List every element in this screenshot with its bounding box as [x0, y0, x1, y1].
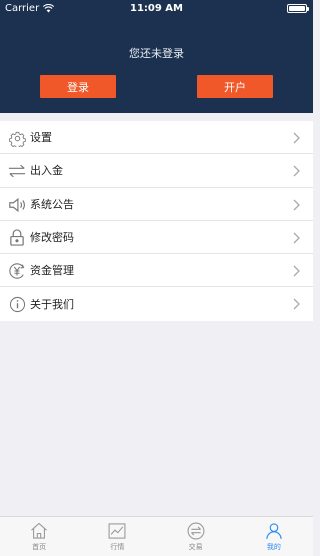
tab-home[interactable]: 首页	[0, 517, 78, 556]
login-status-text: 您还未登录	[129, 47, 184, 60]
home-icon	[31, 522, 47, 539]
battery-icon	[287, 4, 309, 13]
user-icon	[266, 523, 282, 539]
menu-item-deposit-withdraw[interactable]: 出入金	[0, 154, 313, 188]
speaker-icon	[8, 196, 26, 214]
menu-label-announcements: 系统公告	[30, 197, 74, 211]
status-bar: Carrier 11:09 AM	[0, 0, 313, 18]
chart-icon	[108, 523, 126, 539]
menu-label-change-password: 修改密码	[30, 231, 74, 245]
menu-label-fund-management: 资金管理	[30, 264, 74, 278]
menu-item-about-us[interactable]: 关于我们	[0, 287, 313, 320]
tab-market[interactable]: 行情	[78, 517, 156, 556]
menu-item-announcements[interactable]: 系统公告	[0, 188, 313, 221]
exchange-icon	[187, 522, 205, 540]
gear-icon	[8, 129, 26, 147]
menu-item-change-password[interactable]: 修改密码	[0, 221, 313, 255]
chevron-right-icon	[293, 132, 300, 144]
menu-label-about-us: 关于我们	[30, 298, 74, 312]
menu-item-fund-management[interactable]: 资金管理	[0, 254, 313, 288]
chevron-right-icon	[293, 165, 300, 177]
tab-label-home: 首页	[32, 543, 47, 551]
lock-icon	[8, 229, 26, 247]
chevron-right-icon	[293, 299, 300, 310]
status-time: 11:09 AM	[129, 3, 183, 14]
tab-label-trade: 交易	[188, 543, 203, 551]
info-icon	[8, 295, 26, 313]
settings-menu: 设置 出入金 系统公告 修改密码 资金管理 关于我们	[0, 121, 313, 321]
tab-trade[interactable]: 交易	[157, 517, 235, 556]
tab-label-market: 行情	[110, 543, 125, 551]
account-header: Carrier 11:09 AM 您还未登录 登录 开户	[0, 0, 313, 113]
transfer-arrows-icon	[8, 162, 26, 180]
open-account-button[interactable]: 开户	[197, 75, 273, 98]
tab-mine[interactable]: 我的	[235, 517, 313, 556]
menu-label-settings: 设置	[30, 131, 52, 145]
login-button[interactable]: 登录	[40, 75, 116, 98]
tab-label-mine: 我的	[266, 543, 281, 551]
chevron-right-icon	[293, 265, 300, 277]
chevron-right-icon	[293, 199, 300, 211]
chevron-right-icon	[293, 232, 300, 244]
yuan-coin-icon	[8, 262, 26, 280]
menu-label-deposit-withdraw: 出入金	[30, 164, 63, 178]
tab-bar: 首页 行情 交易 我的	[0, 516, 313, 556]
menu-item-settings[interactable]: 设置	[0, 121, 313, 155]
